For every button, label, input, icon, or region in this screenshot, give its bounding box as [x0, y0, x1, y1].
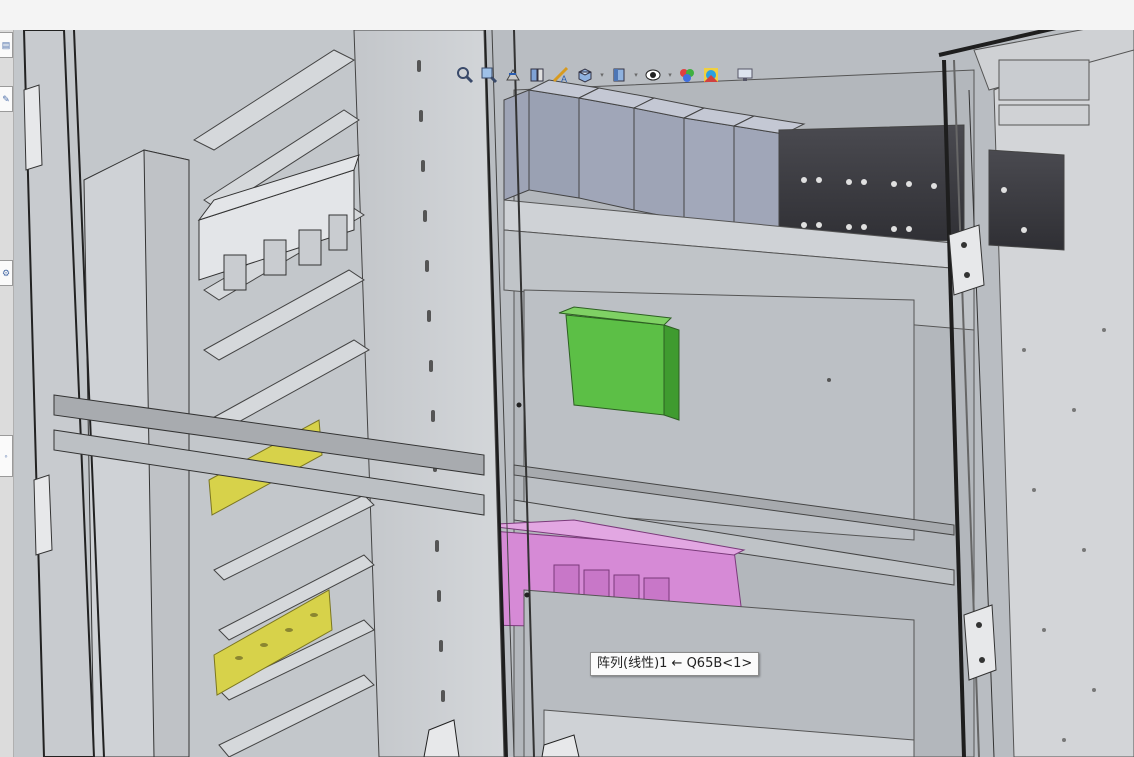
left-panel-strip: ▤ ✎ ⚙ ◦ [0, 30, 14, 757]
zoom-to-area-icon[interactable] [478, 64, 500, 86]
heads-up-view-toolbar: A ▾ ▾ ▾ [454, 62, 756, 88]
component-tooltip: 阵列(线性)1 ← Q65B<1> [590, 652, 760, 676]
property-tab-icon[interactable]: ✎ [0, 86, 13, 112]
edit-appearance-icon[interactable] [676, 64, 698, 86]
cabinet-3d-model[interactable] [14, 30, 1134, 757]
top-bar [0, 0, 1134, 30]
svg-text:A: A [561, 74, 567, 84]
display-style-dropdown-icon[interactable]: ▾ [632, 64, 640, 86]
apply-scene-icon[interactable] [700, 64, 722, 86]
dynamic-annotation-icon[interactable]: A [550, 64, 572, 86]
view-orientation-icon[interactable] [574, 64, 596, 86]
feature-tree-tab-icon[interactable]: ▤ [0, 32, 13, 58]
display-style-icon[interactable] [608, 64, 630, 86]
view-orientation-dropdown-icon[interactable]: ▾ [598, 64, 606, 86]
zoom-to-fit-icon[interactable] [454, 64, 476, 86]
section-view-icon[interactable] [526, 64, 548, 86]
config-tab-icon[interactable]: ⚙ [0, 260, 13, 286]
panel-collapse-handle[interactable]: ◦ [0, 435, 13, 477]
graphics-area[interactable]: A ▾ ▾ ▾ [14, 30, 1134, 757]
view-settings-icon[interactable] [734, 64, 756, 86]
previous-view-icon[interactable] [502, 64, 524, 86]
hide-show-items-icon[interactable] [642, 64, 664, 86]
hide-show-dropdown-icon[interactable]: ▾ [666, 64, 674, 86]
